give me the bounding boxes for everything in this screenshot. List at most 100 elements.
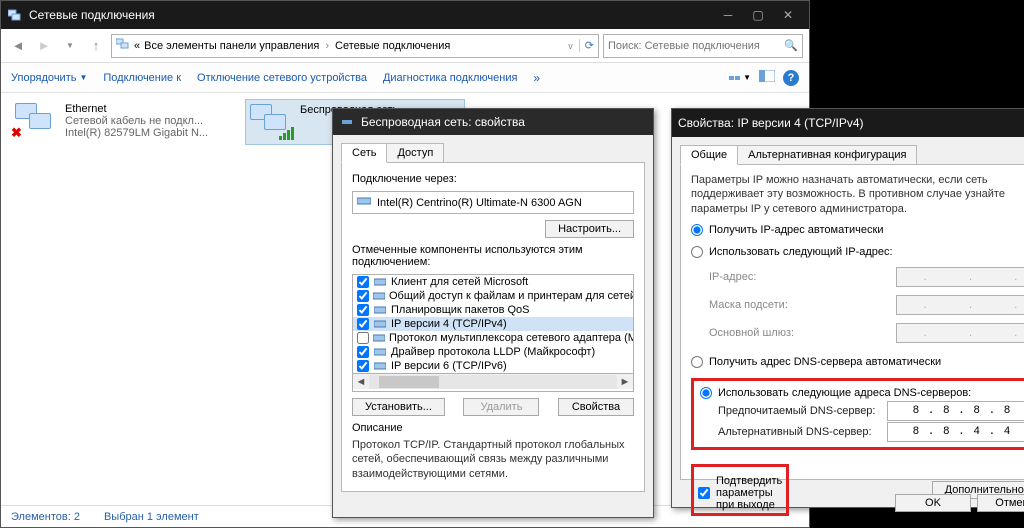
ipv4-properties-window: Свойства: IP версии 4 (TCP/IPv4) ✕ Общие… <box>671 108 1024 508</box>
component-checkbox[interactable] <box>357 304 369 316</box>
tab-access[interactable]: Доступ <box>386 143 444 163</box>
component-row[interactable]: Планировщик пакетов QoS <box>353 303 633 317</box>
remove-button[interactable]: Удалить <box>463 398 539 416</box>
wireless-properties-window: Беспроводная сеть: свойства Сеть Доступ … <box>332 108 654 518</box>
scroll-right-arrow[interactable]: ► <box>617 376 633 388</box>
more-chevron[interactable]: » <box>533 71 540 85</box>
disable-device-button[interactable]: Отключение сетевого устройства <box>197 72 367 84</box>
components-list[interactable]: Клиент для сетей Microsoft Общий доступ к… <box>352 274 634 392</box>
radio-auto-ip[interactable]: Получить IP-адрес автоматически <box>691 224 1024 236</box>
ipv4-tabs: Общие Альтернативная конфигурация <box>680 145 1024 165</box>
component-icon <box>373 332 385 344</box>
component-row[interactable]: Общий доступ к файлам и принтерам для се… <box>353 289 633 303</box>
search-icon[interactable]: 🔍 <box>784 39 798 52</box>
tab-network[interactable]: Сеть <box>341 143 387 163</box>
component-label: Клиент для сетей Microsoft <box>391 276 528 288</box>
dns-highlight-group: Использовать следующие адреса DNS-сервер… <box>691 378 1024 450</box>
pw-titlebar[interactable]: Беспроводная сеть: свойства <box>333 109 653 135</box>
adapter-icon <box>357 196 371 209</box>
pw-title: Беспроводная сеть: свойства <box>361 115 647 129</box>
chevron-down-icon[interactable]: v <box>568 41 573 51</box>
forward-button[interactable]: ► <box>33 35 55 57</box>
alternate-dns-input[interactable]: 8 . 8 . 4 . 4 <box>887 422 1024 442</box>
preferred-dns-input[interactable]: 8 . 8 . 8 . 8 <box>887 401 1024 421</box>
breadcrumb-prefix: « <box>134 40 140 52</box>
view-options-button[interactable]: ▼ <box>729 73 751 82</box>
help-icon[interactable]: ? <box>783 70 799 86</box>
tab-general[interactable]: Общие <box>680 145 738 165</box>
up-button[interactable]: ↑ <box>85 35 107 57</box>
component-icon <box>373 276 387 288</box>
tab-alternate[interactable]: Альтернативная конфигурация <box>737 145 917 165</box>
connection-device: Intel(R) 82579LM Gigabit N... <box>65 127 208 139</box>
install-button[interactable]: Установить... <box>352 398 445 416</box>
nc-titlebar[interactable]: Сетевые подключения ─ ▢ ✕ <box>1 1 809 29</box>
preview-pane-button[interactable] <box>759 70 775 85</box>
scroll-left-arrow[interactable]: ◄ <box>353 376 369 388</box>
component-row[interactable]: IP версии 4 (TCP/IPv4) <box>353 317 633 331</box>
properties-button[interactable]: Свойства <box>558 398 634 416</box>
radio-manual-dns[interactable]: Использовать следующие адреса DNS-сервер… <box>700 387 1024 399</box>
close-button[interactable]: ✕ <box>773 5 803 25</box>
nc-title: Сетевые подключения <box>29 8 713 22</box>
confirm-highlight: Подтвердить параметры при выходе <box>691 464 789 516</box>
component-icon <box>373 290 385 302</box>
wireless-icon <box>250 104 292 140</box>
ok-button[interactable]: OK <box>895 494 971 512</box>
description-text: Протокол TCP/IP. Стандартный протокол гл… <box>352 438 634 481</box>
adapter-field: Intel(R) Centrino(R) Ultimate-N 6300 AGN <box>352 191 634 214</box>
minimize-button[interactable]: ─ <box>713 5 743 25</box>
component-label: Драйвер протокола LLDP (Майкрософт) <box>391 346 595 358</box>
component-checkbox[interactable] <box>357 290 369 302</box>
component-row[interactable]: IP версии 6 (TCP/IPv6) <box>353 359 633 373</box>
description-heading: Описание <box>352 422 634 435</box>
component-row[interactable]: Клиент для сетей Microsoft <box>353 275 633 289</box>
component-checkbox[interactable] <box>357 332 369 344</box>
maximize-button[interactable]: ▢ <box>743 5 773 25</box>
adapter-name: Intel(R) Centrino(R) Ultimate-N 6300 AGN <box>377 197 582 209</box>
recent-dropdown[interactable]: ▼ <box>59 35 81 57</box>
ethernet-icon: ✖ <box>15 103 57 139</box>
ipv4-titlebar[interactable]: Свойства: IP версии 4 (TCP/IPv4) ✕ <box>672 109 1024 137</box>
connect-to-button[interactable]: Подключение к <box>103 72 181 84</box>
component-label: IP версии 6 (TCP/IPv6) <box>391 360 507 372</box>
scroll-thumb[interactable] <box>379 376 439 388</box>
subnet-mask-input: ... <box>896 295 1024 315</box>
component-row[interactable]: Протокол мультиплексора сетевого адаптер… <box>353 331 633 345</box>
radio-manual-ip[interactable]: Использовать следующий IP-адрес: <box>691 246 1024 258</box>
connection-status: Сетевой кабель не подкл... <box>65 115 208 127</box>
toolbar: Упорядочить▼ Подключение к Отключение се… <box>1 63 809 93</box>
breadcrumb-item[interactable]: Сетевые подключения <box>335 40 450 52</box>
component-label: Общий доступ к файлам и принтерам для се… <box>389 290 634 302</box>
organize-menu[interactable]: Упорядочить▼ <box>11 72 87 84</box>
search-input[interactable] <box>608 40 780 52</box>
gateway-input: ... <box>896 323 1024 343</box>
search-box[interactable]: 🔍 <box>603 34 803 58</box>
horizontal-scrollbar[interactable]: ◄ ► <box>353 373 633 389</box>
component-icon <box>373 304 387 316</box>
address-bar: ◄ ► ▼ ↑ « Все элементы панели управления… <box>1 29 809 63</box>
back-button[interactable]: ◄ <box>7 35 29 57</box>
component-icon <box>373 360 387 372</box>
component-row[interactable]: Драйвер протокола LLDP (Майкрософт) <box>353 345 633 359</box>
radio-auto-dns[interactable]: Получить адрес DNS-сервера автоматически <box>691 356 1024 368</box>
component-checkbox[interactable] <box>357 360 369 372</box>
confirm-on-exit-checkbox[interactable]: Подтвердить параметры при выходе <box>698 475 782 511</box>
cancel-button[interactable]: Отмена <box>977 494 1024 512</box>
ip-address-input: ... <box>896 267 1024 287</box>
connection-item-ethernet[interactable]: ✖ Ethernet Сетевой кабель не подкл... In… <box>11 99 231 145</box>
diagnose-button[interactable]: Диагностика подключения <box>383 72 517 84</box>
component-checkbox[interactable] <box>357 276 369 288</box>
component-checkbox[interactable] <box>357 346 369 358</box>
ipv4-title: Свойства: IP версии 4 (TCP/IPv4) <box>678 116 1024 130</box>
connection-name: Ethernet <box>65 103 208 115</box>
ip-address-label: IP-адрес: <box>709 271 888 283</box>
breadcrumb[interactable]: « Все элементы панели управления › Сетев… <box>111 34 599 58</box>
breadcrumb-item[interactable]: Все элементы панели управления <box>144 40 319 52</box>
component-checkbox[interactable] <box>357 318 369 330</box>
component-label: Планировщик пакетов QoS <box>391 304 530 316</box>
alternate-dns-label: Альтернативный DNS-сервер: <box>718 426 879 438</box>
configure-button[interactable]: Настроить... <box>545 220 634 238</box>
selection-count: Выбран 1 элемент <box>104 511 199 523</box>
refresh-icon[interactable]: ⟳ <box>579 39 594 52</box>
